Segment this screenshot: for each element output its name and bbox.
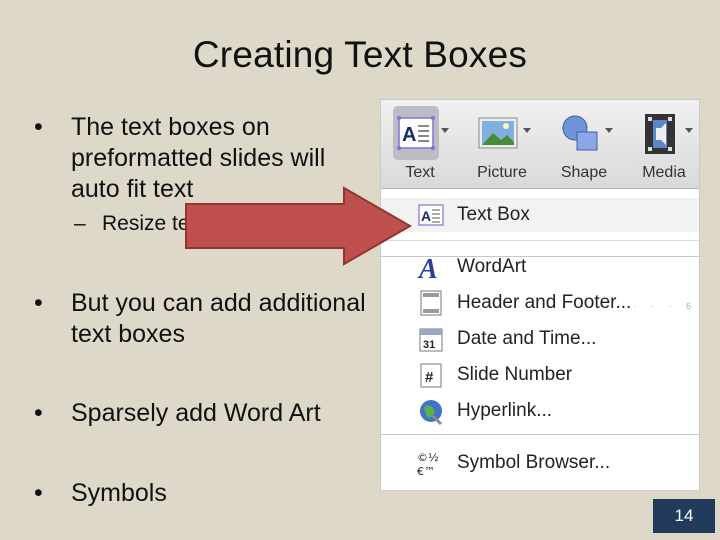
menu-divider <box>381 240 699 241</box>
menu-item-label: Hyperlink... <box>457 400 553 421</box>
svg-text:#: # <box>425 369 434 386</box>
menu-item-label: Slide Number <box>457 364 573 385</box>
svg-text:©½: ©½ <box>417 451 439 464</box>
media-icon <box>637 106 683 160</box>
insert-toolbar: A Text Picture Shape Media <box>381 100 699 189</box>
chevron-down-icon <box>523 128 531 133</box>
svg-text:31: 31 <box>423 339 435 351</box>
svg-text:A: A <box>402 124 416 146</box>
menu-item-wordart[interactable]: A WordArt <box>381 250 699 285</box>
text-box-icon: A <box>393 106 439 160</box>
symbols-icon: ©½ €™ <box>417 449 445 478</box>
toolbar-media-button[interactable]: Media <box>627 104 699 184</box>
slide-title: Creating Text Boxes <box>192 34 528 75</box>
chevron-down-icon <box>605 128 613 133</box>
text-box-icon: A <box>417 201 445 229</box>
picture-icon <box>475 106 521 160</box>
menu-item-label: Symbol Browser... <box>457 452 611 473</box>
header-footer-icon <box>417 289 445 317</box>
svg-text:A: A <box>417 254 438 281</box>
bullet-dot: • <box>34 113 43 141</box>
bullet-dot: • <box>34 479 43 507</box>
menu-item-hyperlink[interactable]: Hyperlink... <box>381 394 699 428</box>
menu-item-text-box[interactable]: A Text Box <box>381 198 699 232</box>
menu-item-label: Date and Time... <box>457 328 597 349</box>
chevron-down-icon <box>685 128 693 133</box>
bullet-text: But you can add additional text boxes <box>71 289 366 348</box>
insert-menu-screenshot: A Text Picture Shape Media A Text Box · … <box>381 100 699 490</box>
page-number: 14 <box>653 499 715 533</box>
menu-item-symbol-browser[interactable]: ©½ €™ Symbol Browser... <box>381 446 699 480</box>
menu-item-label: Text Box <box>457 204 530 225</box>
toolbar-label: Media <box>642 164 686 181</box>
bullet-dot: • <box>34 289 43 317</box>
globe-link-icon <box>417 397 445 426</box>
toolbar-label: Picture <box>477 164 527 181</box>
bullet-text: Sparsely add Word Art <box>71 399 321 427</box>
chevron-down-icon <box>441 128 449 133</box>
toolbar-shape-button[interactable]: Shape <box>547 104 621 184</box>
svg-text:€™: €™ <box>417 465 435 477</box>
toolbar-label: Text <box>405 164 435 181</box>
bullet-dot: • <box>34 399 43 427</box>
toolbar-label: Shape <box>560 164 608 181</box>
insert-dropdown-menu: A Text Box · · · · · · · · 6 · A WordArt <box>381 188 699 490</box>
menu-divider <box>381 434 699 435</box>
menu-item-date-time[interactable]: 31 Date and Time... <box>381 322 699 356</box>
bullet-text: Symbols <box>71 479 167 507</box>
menu-item-label: WordArt <box>457 256 527 277</box>
svg-text:A: A <box>421 208 431 224</box>
menu-item-label: Header and Footer... <box>457 292 632 313</box>
wordart-icon: A <box>417 253 445 285</box>
shape-icon <box>557 106 603 160</box>
toolbar-text-button[interactable]: A Text <box>383 104 457 184</box>
menu-item-slide-number[interactable]: # Slide Number <box>381 358 699 392</box>
menu-item-header-footer[interactable]: Header and Footer... <box>381 286 699 320</box>
calendar-icon: 31 <box>417 325 445 353</box>
red-arrow <box>184 186 414 266</box>
sub-bullet-dash: – <box>74 212 86 235</box>
toolbar-picture-button[interactable]: Picture <box>465 104 539 184</box>
hash-icon: # <box>417 361 445 389</box>
